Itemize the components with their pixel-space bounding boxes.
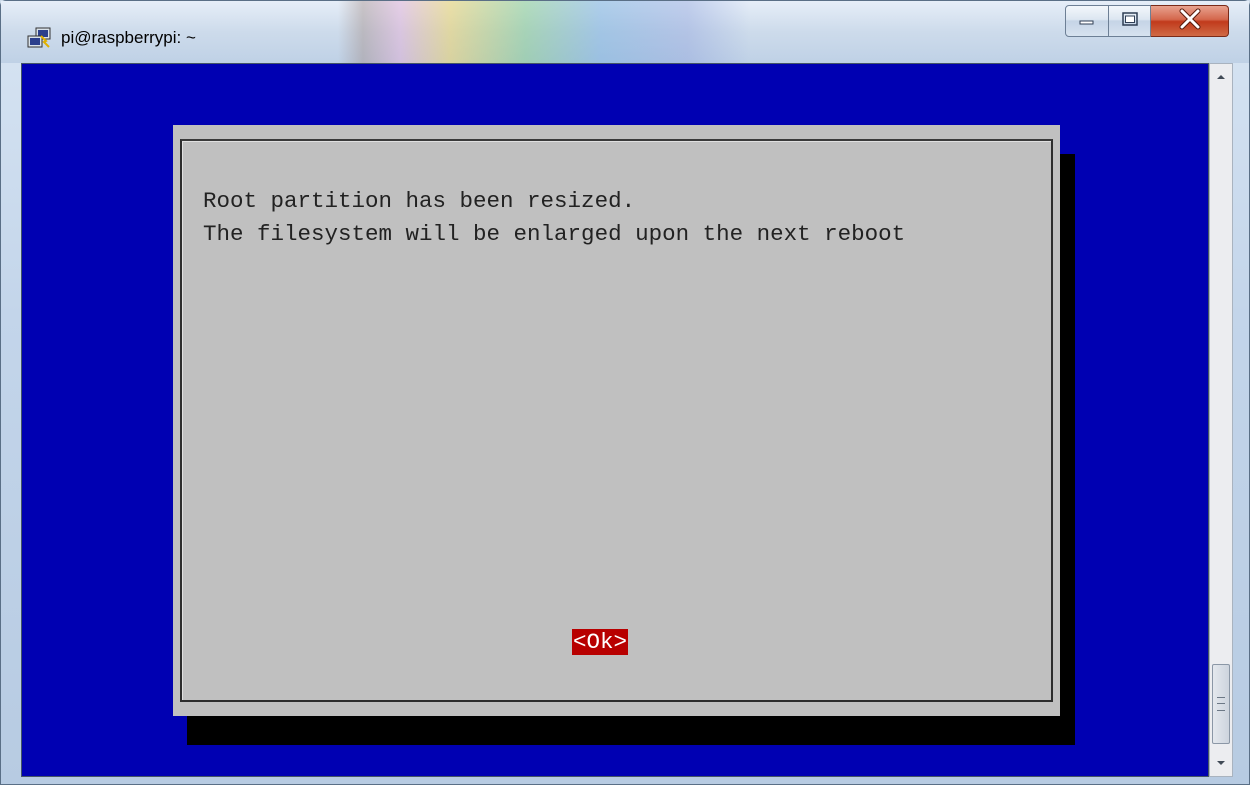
window-title: pi@raspberrypi: ~ — [61, 28, 196, 47]
maximize-button[interactable] — [1109, 5, 1151, 37]
message-line-2: The filesystem will be enlarged upon the… — [203, 221, 906, 247]
resize-dialog: Root partition has been resized. The fil… — [173, 125, 1060, 716]
vertical-scrollbar[interactable] — [1209, 63, 1233, 777]
ok-button[interactable]: <Ok> — [572, 629, 629, 655]
close-icon — [1178, 8, 1202, 35]
putty-icon[interactable] — [27, 27, 53, 49]
window-controls — [1065, 5, 1229, 43]
maximize-icon — [1121, 11, 1139, 32]
close-button[interactable] — [1151, 5, 1229, 37]
grip-icon — [1217, 697, 1225, 711]
arrow-down-icon — [1216, 754, 1226, 772]
message-line-1: Root partition has been resized. — [203, 188, 636, 214]
minimize-icon — [1078, 12, 1096, 31]
title-bar[interactable]: pi@raspberrypi: ~ — [1, 1, 1249, 63]
arrow-up-icon — [1216, 68, 1226, 86]
dialog-message: Root partition has been resized. The fil… — [203, 185, 905, 251]
putty-window: pi@raspberrypi: ~ Root partition has bee… — [0, 0, 1250, 785]
minimize-button[interactable] — [1065, 5, 1109, 37]
scroll-down-arrow[interactable] — [1210, 752, 1232, 774]
scroll-up-arrow[interactable] — [1210, 66, 1232, 88]
scrollbar-thumb[interactable] — [1212, 664, 1230, 744]
